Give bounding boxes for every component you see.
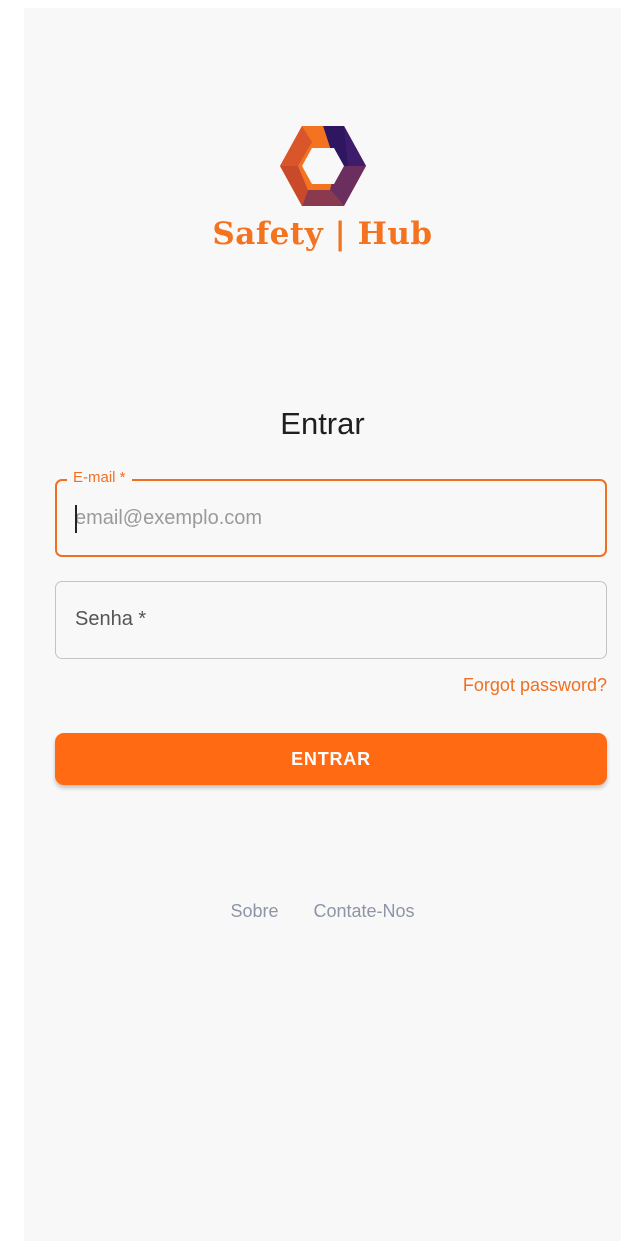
- login-screen: Safety | Hub Entrar E-mail * Senha * For…: [24, 8, 621, 1241]
- text-caret: [75, 505, 77, 533]
- page-title: Entrar: [280, 406, 365, 441]
- brand-name: Safety | Hub: [212, 216, 433, 252]
- login-button[interactable]: ENTRAR: [55, 733, 607, 785]
- email-field[interactable]: E-mail *: [55, 469, 607, 557]
- footer-link-contate-nos[interactable]: Contate-Nos: [314, 901, 415, 921]
- footer-links: Sobre Contate-Nos: [24, 901, 621, 922]
- brand-header: Safety | Hub: [24, 124, 621, 252]
- password-field[interactable]: Senha *: [55, 581, 607, 659]
- forgot-password-link[interactable]: Forgot password?: [463, 675, 607, 696]
- password-input[interactable]: [74, 582, 574, 656]
- footer-link-sobre[interactable]: Sobre: [230, 901, 278, 921]
- hexagon-aperture-logo-icon: [279, 126, 366, 206]
- email-input[interactable]: [75, 481, 575, 555]
